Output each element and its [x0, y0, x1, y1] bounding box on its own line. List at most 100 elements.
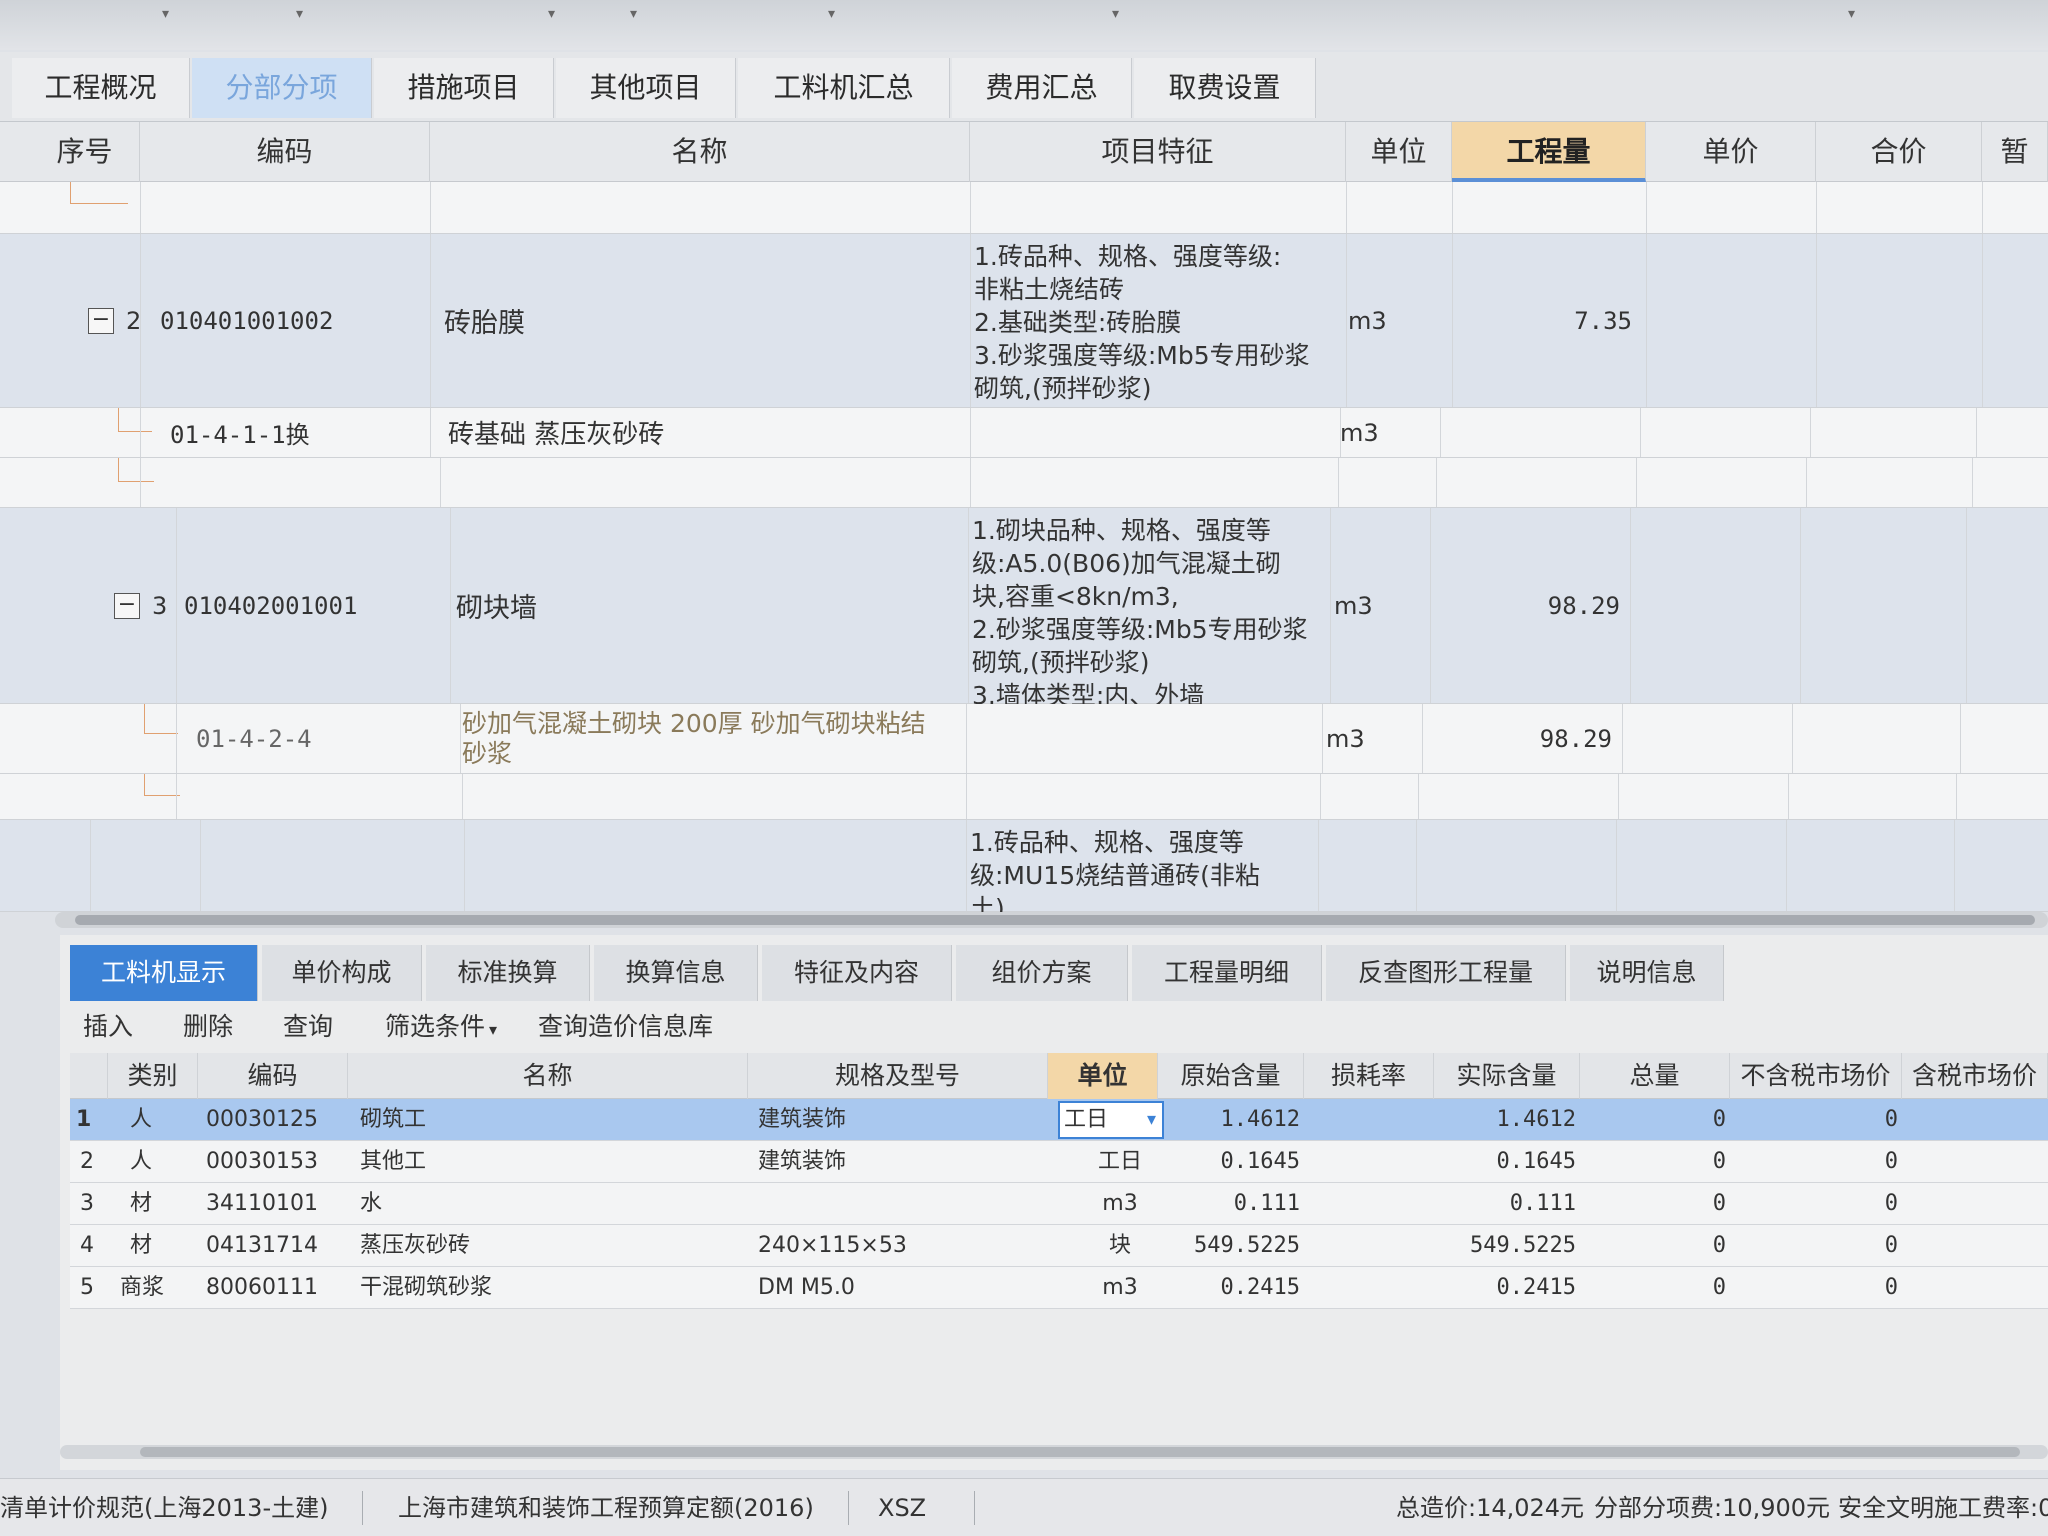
material-row[interactable]: 4 材 04131714 蒸压灰砂砖 240×115×53 块 549.5225… [70, 1225, 2048, 1267]
row-quantity[interactable]: 7.35 [1452, 234, 1646, 407]
material-price-excl-tax[interactable]: 0 [1730, 1141, 1898, 1183]
table-row[interactable]: − 3 010402001001 砌块墙 1.砌块品种、规格、强度等 级:A5.… [0, 508, 2048, 710]
material-actual-content[interactable]: 549.5225 [1440, 1225, 1576, 1267]
material-actual-content[interactable]: 1.4612 [1440, 1099, 1576, 1141]
material-original-content[interactable]: 0.111 [1170, 1183, 1300, 1225]
scroll-thumb[interactable] [75, 915, 2035, 925]
material-original-content[interactable]: 1.4612 [1170, 1099, 1300, 1141]
col-header-price-incl-tax[interactable]: 含税市场价 [1902, 1053, 2048, 1099]
row-quantity[interactable]: 98.29 [1434, 508, 1634, 703]
filter-button[interactable]: 筛选条件 ▾ [385, 1007, 497, 1043]
tab-quantity-detail[interactable]: 工程量明细 [1132, 945, 1322, 1001]
material-row[interactable]: 1 人 00030125 砌筑工 建筑装饰 工日 ▾ 1.4612 1.4612 … [70, 1099, 2048, 1141]
collapse-button[interactable]: − [114, 508, 154, 703]
col-header-unit[interactable]: 单位 [1346, 122, 1452, 182]
query-button[interactable]: 查询 [283, 1007, 333, 1043]
material-row[interactable]: 5 商浆 80060111 干混砌筑砂浆 DM M5.0 m3 0.2415 0… [70, 1267, 2048, 1309]
col-header-total-price[interactable]: 合价 [1816, 122, 1982, 182]
material-row[interactable]: 3 材 34110101 水 m3 0.111 0.111 0 0 [70, 1183, 2048, 1225]
tab-fee-settings[interactable]: 取费设置 [1134, 58, 1316, 118]
material-price-excl-tax[interactable]: 0 [1730, 1225, 1898, 1267]
tab-sub-items[interactable]: 分部分项 [192, 58, 372, 118]
col-header-seq[interactable]: 序号 [30, 122, 140, 182]
material-unit[interactable]: m3 [1080, 1267, 1160, 1309]
col-header-code[interactable]: 编码 [198, 1053, 348, 1099]
tab-unit-price-composition[interactable]: 单价构成 [262, 945, 422, 1001]
material-price-incl-tax[interactable] [1902, 1099, 2042, 1141]
table-row[interactable] [0, 774, 2048, 820]
material-loss-rate[interactable] [1304, 1183, 1430, 1225]
tab-labor-material-summary[interactable]: 工料机汇总 [738, 58, 950, 118]
tab-measures[interactable]: 措施项目 [374, 58, 554, 118]
col-header-feature[interactable]: 项目特征 [970, 122, 1346, 182]
material-unit[interactable]: m3 [1080, 1183, 1160, 1225]
chevron-down-icon[interactable]: ▾ [1147, 1103, 1156, 1137]
table-row[interactable] [0, 458, 2048, 508]
tab-reverse-graphic-quantity[interactable]: 反查图形工程量 [1326, 945, 1566, 1001]
col-header-quantity[interactable]: 工程量 [1452, 122, 1646, 182]
dropdown-caret-icon[interactable]: ▾ [630, 6, 637, 22]
minus-icon[interactable]: − [114, 592, 140, 619]
material-price-excl-tax[interactable]: 0 [1730, 1183, 1898, 1225]
col-header-unit[interactable]: 单位 [1048, 1053, 1158, 1099]
material-price-incl-tax[interactable] [1902, 1183, 2042, 1225]
col-header-category[interactable]: 类别 [108, 1053, 198, 1099]
material-price-excl-tax[interactable]: 0 [1730, 1267, 1898, 1309]
horizontal-scrollbar[interactable] [55, 912, 2048, 928]
col-header-total[interactable]: 总量 [1580, 1053, 1730, 1099]
tab-project-overview[interactable]: 工程概况 [12, 58, 190, 118]
material-original-content[interactable]: 549.5225 [1170, 1225, 1300, 1267]
tab-features-content[interactable]: 特征及内容 [762, 945, 952, 1001]
col-header-name[interactable]: 名称 [348, 1053, 748, 1099]
tab-description[interactable]: 说明信息 [1570, 945, 1724, 1001]
material-price-incl-tax[interactable] [1902, 1225, 2042, 1267]
dropdown-caret-icon[interactable]: ▾ [1848, 6, 1855, 22]
table-row[interactable] [0, 182, 2048, 234]
scroll-thumb[interactable] [140, 1447, 2020, 1457]
delete-button[interactable]: 删除 [183, 1007, 233, 1043]
tab-other-items[interactable]: 其他项目 [556, 58, 736, 118]
lower-horizontal-scrollbar[interactable] [60, 1445, 2048, 1459]
material-loss-rate[interactable] [1304, 1099, 1430, 1141]
material-row[interactable]: 2 人 00030153 其他工 建筑装饰 工日 0.1645 0.1645 0… [70, 1141, 2048, 1183]
tab-pricing-scheme[interactable]: 组价方案 [956, 945, 1128, 1001]
material-loss-rate[interactable] [1304, 1267, 1430, 1309]
query-price-library-button[interactable]: 查询造价信息库 [538, 1007, 713, 1043]
table-row[interactable]: 01-4-2-4 砂加气混凝土砌块 200厚 砂加气砌块粘结 砂浆 m3 98.… [0, 704, 2048, 774]
col-header-original-content[interactable]: 原始含量 [1158, 1053, 1304, 1099]
material-actual-content[interactable]: 0.111 [1440, 1183, 1576, 1225]
material-unit[interactable]: 工日 [1080, 1141, 1160, 1183]
table-row[interactable]: − 2 010401001002 砖胎膜 1.砖品种、规格、强度等级: 非粘土烧… [0, 234, 2048, 408]
material-original-content[interactable]: 0.1645 [1170, 1141, 1300, 1183]
col-header-price-excl-tax[interactable]: 不含税市场价 [1730, 1053, 1902, 1099]
material-loss-rate[interactable] [1304, 1225, 1430, 1267]
dropdown-caret-icon[interactable]: ▾ [548, 6, 555, 22]
col-header-provisional[interactable]: 暂 [1982, 122, 2048, 182]
material-price-excl-tax[interactable]: 0 [1730, 1099, 1898, 1141]
material-actual-content[interactable]: 0.1645 [1440, 1141, 1576, 1183]
dropdown-caret-icon[interactable]: ▾ [296, 6, 303, 22]
material-actual-content[interactable]: 0.2415 [1440, 1267, 1576, 1309]
table-row[interactable]: 01-4-1-1换 砖基础 蒸压灰砂砖 m3 [0, 408, 2048, 458]
unit-select[interactable]: 工日 ▾ [1058, 1101, 1164, 1139]
tab-conversion-info[interactable]: 换算信息 [594, 945, 758, 1001]
col-header-code[interactable]: 编码 [140, 122, 430, 182]
material-price-incl-tax[interactable] [1902, 1267, 2042, 1309]
dropdown-caret-icon[interactable]: ▾ [1112, 6, 1119, 22]
material-price-incl-tax[interactable] [1902, 1141, 2042, 1183]
material-original-content[interactable]: 0.2415 [1170, 1267, 1300, 1309]
col-header-name[interactable]: 名称 [430, 122, 970, 182]
minus-icon[interactable]: − [88, 307, 114, 334]
table-row[interactable]: 1.砖品种、规格、强度等 级:MU15烧结普通砖(非粘 土) [0, 820, 2048, 912]
col-header-actual-content[interactable]: 实际含量 [1434, 1053, 1580, 1099]
tab-labor-material-display[interactable]: 工料机显示 [70, 945, 258, 1001]
dropdown-caret-icon[interactable]: ▾ [828, 6, 835, 22]
col-header-unit-price[interactable]: 单价 [1646, 122, 1816, 182]
col-header-spec[interactable]: 规格及型号 [748, 1053, 1048, 1099]
material-loss-rate[interactable] [1304, 1141, 1430, 1183]
material-unit[interactable]: 块 [1080, 1225, 1160, 1267]
tab-standard-conversion[interactable]: 标准换算 [426, 945, 590, 1001]
row-quantity[interactable]: 98.29 [1426, 704, 1626, 773]
insert-button[interactable]: 插入 [83, 1007, 133, 1043]
col-header-loss-rate[interactable]: 损耗率 [1304, 1053, 1434, 1099]
